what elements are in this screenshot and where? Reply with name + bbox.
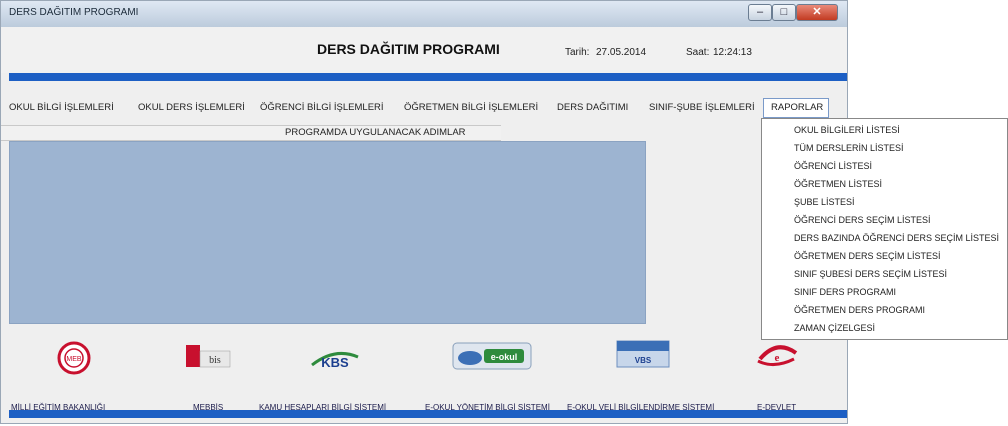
kbs-logo-icon[interactable]: KBS [308, 343, 362, 373]
meb-logo-text: MEB [66, 356, 82, 363]
menu-zaman-cizelgesi[interactable]: ZAMAN ÇİZELGESİ [794, 323, 875, 337]
mebbis-logo-text: bis [209, 355, 221, 366]
kbs-logo-text: KBS [321, 355, 349, 370]
raporlar-dropdown: OKUL BİLGİLERİ LİSTESİ TÜM DERSLERİN LİS… [761, 118, 1008, 340]
e-okul-logo-text: e-okul [491, 352, 518, 362]
menu-sinif-ders-programi[interactable]: SINIF DERS PROGRAMI [794, 287, 896, 301]
app-header: DERS DAĞITIM PROGRAMI Tarih: 27.05.2014 … [1, 27, 847, 73]
menu-tum-derslerin-listesi[interactable]: TÜM DERSLERİN LİSTESİ [794, 143, 904, 157]
menu-ders-dagitimi[interactable]: DERS DAĞITIMI [557, 102, 628, 113]
menu-ogrenci-bilgi-islemleri[interactable]: ÖĞRENCİ BİLGİ İŞLEMLERİ [260, 102, 384, 113]
menu-ogrenci-ders-secim-listesi[interactable]: ÖĞRENCİ DERS SEÇİM LİSTESİ [794, 215, 931, 229]
date-value: 27.05.2014 [596, 47, 647, 58]
veli-logo-text: VBS [635, 356, 652, 365]
veli-bilgilendirme-logo-icon[interactable]: VBS [615, 339, 671, 369]
menu-ogrenci-listesi[interactable]: ÖĞRENCİ LİSTESİ [794, 161, 872, 175]
main-window: DERS DAĞITIM PROGRAMI – □ ✕ DERS DAĞITIM… [0, 0, 848, 424]
meb-logo-icon[interactable]: MEB [51, 341, 97, 375]
menu-ogretmen-ders-programi[interactable]: ÖĞRETMEN DERS PROGRAMI [794, 305, 925, 319]
header-accent-band [9, 73, 847, 81]
steps-panel-header: PROGRAMDA UYGULANACAK ADIMLAR [1, 125, 501, 141]
title-bar[interactable]: DERS DAĞITIM PROGRAMI – □ ✕ [1, 1, 847, 27]
steps-panel [9, 141, 646, 324]
date-label: Tarih: [565, 47, 590, 58]
e-devlet-logo-text: e [775, 352, 780, 364]
close-button[interactable]: ✕ [796, 4, 838, 21]
menu-raporlar[interactable]: RAPORLAR [763, 98, 830, 118]
steps-panel-title: PROGRAMDA UYGULANACAK ADIMLAR [285, 127, 466, 138]
menu-ders-bazinda-ogrenci-ders-secim-listesi[interactable]: DERS BAZINDA ÖĞRENCİ DERS SEÇİM LİSTESİ [794, 233, 999, 247]
menu-sinif-subesi-ders-secim-listesi[interactable]: SINIF ŞUBESİ DERS SEÇİM LİSTESİ [794, 269, 947, 283]
minimize-button[interactable]: – [748, 4, 772, 21]
footer-accent-band [9, 410, 847, 418]
main-menu-bar: OKUL BİLGİ İŞLEMLERİ OKUL DERS İŞLEMLERİ… [1, 98, 847, 121]
e-devlet-logo-icon[interactable]: e [752, 341, 802, 371]
time-label: Saat: [686, 47, 710, 58]
menu-okul-bilgileri-listesi[interactable]: OKUL BİLGİLERİ LİSTESİ [794, 125, 900, 139]
maximize-button[interactable]: □ [772, 4, 796, 21]
time-value: 12:24:13 [713, 47, 752, 58]
menu-ogretmen-ders-secim-listesi[interactable]: ÖĞRETMEN DERS SEÇİM LİSTESİ [794, 251, 941, 265]
window-title: DERS DAĞITIM PROGRAMI [9, 7, 139, 18]
menu-okul-bilgi-islemleri[interactable]: OKUL BİLGİ İŞLEMLERİ [9, 102, 114, 113]
menu-ogretmen-listesi[interactable]: ÖĞRETMEN LİSTESİ [794, 179, 882, 193]
menu-sinif-sube-islemleri[interactable]: SINIF-ŞUBE İŞLEMLERİ [649, 102, 755, 113]
mebbis-logo-icon[interactable]: bis [186, 341, 234, 371]
menu-sube-listesi[interactable]: ŞUBE LİSTESİ [794, 197, 855, 211]
e-okul-logo-icon[interactable]: e-okul [452, 341, 532, 371]
app-title: DERS DAĞITIM PROGRAMI [317, 41, 500, 57]
menu-ogretmen-bilgi-islemleri[interactable]: ÖĞRETMEN BİLGİ İŞLEMLERİ [404, 102, 538, 113]
menu-okul-ders-islemleri[interactable]: OKUL DERS İŞLEMLERİ [138, 102, 245, 113]
